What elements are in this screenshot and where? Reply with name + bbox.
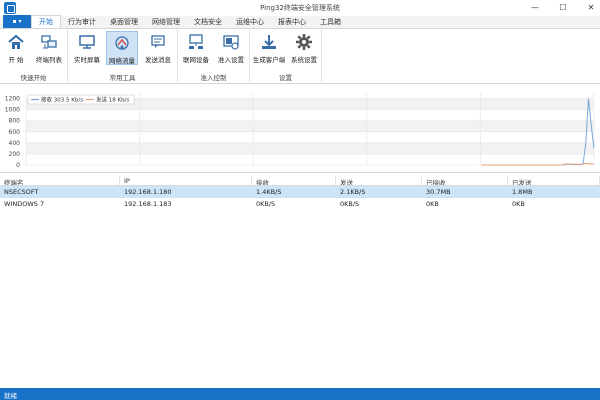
- terminal-list-label: 终端列表: [36, 56, 62, 64]
- tab-document-security[interactable]: 文档安全: [187, 15, 229, 28]
- traffic-chart-svg: 0 200 400 600 800 1000 1200 接收 303.5 Kb/s 发送 18 …: [5, 93, 595, 169]
- cell-received: 30.7MB: [426, 188, 451, 196]
- app-menu-button[interactable]: ▪ ▾: [3, 15, 31, 28]
- download-icon: [260, 33, 278, 51]
- group-label-access-control: 准入控制: [200, 74, 227, 82]
- chart-band: [26, 120, 594, 132]
- table-header: 终端名 IP 接收 发送 已接收 已发送: [0, 176, 600, 186]
- ribbon-group-common-tools: 实时屏幕 网络流量 发送消息 常用工具: [68, 29, 178, 84]
- monitor-icon: [78, 33, 96, 51]
- gear-icon: [295, 33, 313, 51]
- tab-ops-center[interactable]: 运维中心: [229, 15, 271, 28]
- status-bar: 就绪: [0, 388, 600, 400]
- ribbon-tabs: ▪ ▾ 开始 行为审计 桌面管理 网络管理 文档安全 运维中心 报表中心 工具箱: [0, 15, 600, 29]
- group-label-settings: 设置: [279, 74, 292, 82]
- tab-network-management[interactable]: 网络管理: [145, 15, 187, 28]
- tab-behavior-audit[interactable]: 行为审计: [61, 15, 103, 28]
- system-settings-label: 系统设置: [291, 56, 317, 64]
- column-header-terminal[interactable]: 终端名: [0, 176, 120, 185]
- group-label-common-tools: 常用工具: [109, 74, 136, 82]
- tab-start[interactable]: 开始: [31, 15, 61, 28]
- cell-received: 0KB: [426, 200, 439, 208]
- network-device-button[interactable]: 联网设备: [181, 31, 211, 65]
- cell-sent: 1.8MB: [512, 188, 533, 196]
- chart-band: [26, 142, 594, 154]
- window-controls: — ☐ ✕: [530, 2, 596, 12]
- network-device-label: 联网设备: [183, 56, 209, 64]
- legend-item-label: 接收 303.5 Kb/s: [41, 96, 83, 104]
- maximize-icon[interactable]: ☐: [558, 2, 568, 12]
- minimize-icon[interactable]: —: [530, 2, 540, 12]
- home-icon: [7, 33, 25, 51]
- traffic-chart: 0 200 400 600 800 1000 1200 接收 303.5 Kb/s 发送 18 …: [0, 85, 600, 173]
- column-header-receive[interactable]: 接收: [252, 176, 336, 185]
- generate-client-button[interactable]: 生成客户端: [252, 31, 286, 65]
- terminal-table: 终端名 IP 接收 发送 已接收 已发送 NSECSOFT 192.168.1.…: [0, 176, 600, 210]
- column-header-sent[interactable]: 已发送: [508, 176, 600, 185]
- close-icon[interactable]: ✕: [586, 2, 596, 12]
- cell-terminal: NSECSOFT: [4, 188, 39, 196]
- send-message-label: 发送消息: [145, 56, 171, 64]
- ribbon-group-access-control: 联网设备 准入设置 准入控制: [178, 29, 250, 84]
- cell-send: 0KB/S: [340, 200, 360, 208]
- column-header-received[interactable]: 已接收: [422, 176, 508, 185]
- network-traffic-label: 网络流量: [109, 57, 135, 65]
- table-row[interactable]: WINDOWS 7 192.168.1.183 0KB/S 0KB/S 0KB …: [0, 198, 600, 210]
- cell-send: 2.1KB/S: [340, 188, 366, 196]
- terminal-list-button[interactable]: 终端列表: [33, 31, 65, 65]
- realtime-screen-button[interactable]: 实时屏幕: [72, 31, 102, 65]
- status-text: 就绪: [4, 392, 17, 400]
- generate-client-label: 生成客户端: [252, 56, 286, 64]
- y-tick-label: 400: [9, 140, 21, 147]
- send-message-button[interactable]: 发送消息: [142, 31, 174, 65]
- title-bar: Ping32终端安全管理系统 — ☐ ✕: [0, 0, 600, 16]
- y-tick-label: 0: [16, 162, 20, 169]
- terminal-list-icon: [40, 33, 58, 51]
- tab-report-center[interactable]: 报表中心: [271, 15, 313, 28]
- network-traffic-icon: [113, 34, 131, 52]
- start-button[interactable]: 开 始: [3, 31, 29, 65]
- system-settings-button[interactable]: 系统设置: [289, 31, 319, 65]
- column-header-send[interactable]: 发送: [336, 176, 422, 185]
- cell-terminal: WINDOWS 7: [4, 200, 45, 208]
- start-button-label: 开 始: [8, 56, 24, 64]
- access-settings-label: 准入设置: [218, 56, 244, 64]
- tab-desktop-management[interactable]: 桌面管理: [103, 15, 145, 28]
- message-icon: [149, 33, 167, 51]
- table-row[interactable]: NSECSOFT 192.168.1.180 1.4KB/S 2.1KB/S 3…: [0, 186, 600, 198]
- ribbon: 开 始 终端列表 快速开始 实时屏幕 网络流量 发送消息 常用工具 联网设备 准…: [0, 29, 600, 84]
- cell-sent: 0KB: [512, 200, 525, 208]
- cell-receive: 1.4KB/S: [256, 188, 282, 196]
- column-header-ip[interactable]: IP: [120, 176, 252, 185]
- y-tick-label: 1000: [5, 107, 20, 114]
- cell-receive: 0KB/S: [256, 200, 276, 208]
- y-tick-label: 200: [9, 151, 21, 158]
- access-settings-button[interactable]: 准入设置: [216, 31, 246, 65]
- cell-ip: 192.168.1.180: [124, 188, 172, 196]
- y-tick-label: 1200: [5, 96, 20, 103]
- tab-toolbox[interactable]: 工具箱: [313, 15, 348, 28]
- legend-item-label: 发送 18 Kb/s: [96, 96, 129, 104]
- ribbon-group-settings: 生成客户端 系统设置 设置: [250, 29, 322, 84]
- y-tick-label: 600: [9, 129, 21, 136]
- window-title: Ping32终端安全管理系统: [260, 4, 340, 12]
- access-settings-icon: [222, 33, 240, 51]
- realtime-screen-label: 实时屏幕: [74, 56, 100, 64]
- network-device-icon: [187, 33, 205, 51]
- group-label-quick-start: 快速开始: [20, 74, 47, 82]
- ribbon-group-quick-start: 开 始 终端列表 快速开始: [0, 29, 68, 84]
- network-traffic-button[interactable]: 网络流量: [106, 31, 138, 65]
- cell-ip: 192.168.1.183: [124, 200, 172, 208]
- y-tick-label: 800: [9, 118, 21, 125]
